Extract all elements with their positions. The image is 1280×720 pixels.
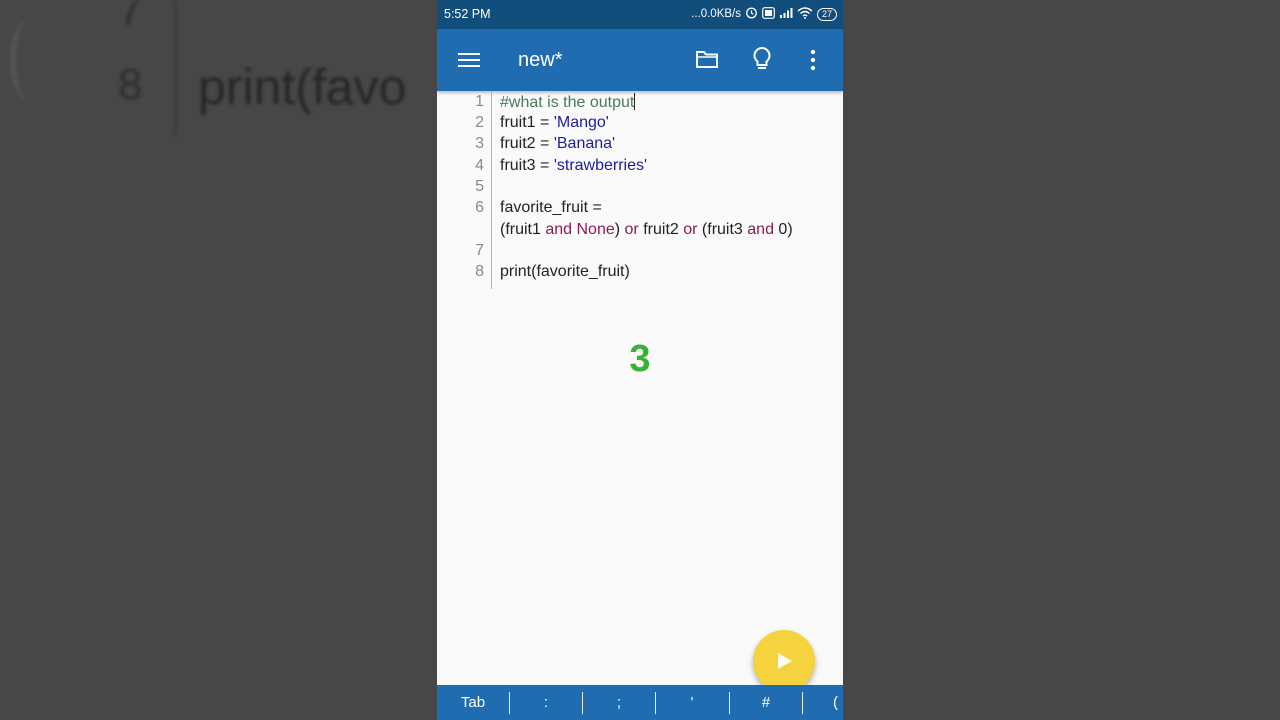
code-text: (fruit1 [500, 221, 546, 238]
code-text: fruit3 = [500, 157, 554, 174]
line-number: 5 [475, 178, 484, 195]
line-number: 1 [475, 93, 484, 110]
more-vert-icon[interactable] [809, 48, 817, 77]
play-icon [778, 653, 792, 669]
line-number: 6 [475, 199, 484, 216]
folder-icon[interactable] [695, 48, 719, 75]
alarm-icon [745, 6, 758, 22]
battery-indicator: 27 [816, 7, 837, 21]
line-number: 4 [475, 157, 484, 174]
code-line: print(favorite_fruit) [500, 263, 630, 281]
extra-keys-bar: Tab : ; ' # ( [437, 685, 843, 720]
code-string: 'Banana' [553, 135, 616, 152]
code-keyword: and [545, 221, 573, 238]
code-line: fruit2 = 'Banana' [500, 135, 615, 153]
status-time: 5:52 PM [444, 7, 491, 21]
code-keyword: None [576, 221, 615, 238]
line-number: 2 [475, 114, 484, 131]
code-keyword: or [624, 221, 639, 238]
code-line: #what is the output [500, 93, 636, 112]
code-keyword: or [683, 221, 698, 238]
run-button[interactable] [753, 630, 815, 692]
status-indicators: ...0.0KB/s 27 [691, 6, 837, 22]
code-string: 'strawberries' [553, 157, 648, 174]
background-gutter-divider [174, 0, 177, 135]
key-quote[interactable]: ' [656, 685, 728, 720]
status-bar: 5:52 PM ...0.0KB/s 27 [437, 0, 843, 29]
code-line: fruit3 = 'strawberries' [500, 157, 647, 175]
code-line-wrapped: (fruit1 and None) or fruit2 or (fruit3 a… [500, 221, 793, 239]
code-text: fruit2 = [500, 135, 554, 152]
line-number: 3 [475, 135, 484, 152]
code-comment: #what is the output [500, 94, 635, 111]
background-blur: 7 8 print(favo [0, 0, 437, 720]
background-code-fragment: print(favo [198, 59, 407, 115]
app-bar: new* [437, 29, 843, 91]
overlay-number: 3 [629, 338, 651, 380]
line-number: 7 [475, 242, 484, 259]
key-tab[interactable]: Tab [437, 685, 509, 720]
code-text: (fruit3 [697, 221, 748, 238]
code-line: favorite_fruit = [500, 199, 602, 217]
key-separator [802, 692, 803, 714]
volte-icon [762, 6, 775, 22]
code-string: 'Mango' [553, 114, 609, 131]
key-colon[interactable]: : [510, 685, 582, 720]
phone-screen: 5:52 PM ...0.0KB/s 27 new* 1 2 3 4 5 6 7… [437, 0, 843, 720]
code-text: fruit2 [638, 221, 684, 238]
line-number: 8 [475, 263, 484, 280]
code-text: favorite_fruit = [500, 199, 602, 216]
key-open-paren[interactable]: ( [833, 685, 843, 720]
code-line: fruit1 = 'Mango' [500, 114, 609, 132]
code-text: 0) [773, 221, 793, 238]
code-editor[interactable]: 1 2 3 4 5 6 7 8 #what is the output frui… [437, 91, 843, 291]
signal-icon [779, 7, 793, 22]
gutter-divider [491, 91, 492, 289]
text-cursor [634, 93, 636, 110]
key-semicolon[interactable]: ; [583, 685, 655, 720]
wifi-icon [797, 6, 813, 22]
background-line-number: 8 [118, 60, 143, 109]
code-text: print(favorite_fruit) [500, 263, 630, 280]
lightbulb-icon[interactable] [751, 45, 773, 78]
code-keyword: and [747, 221, 774, 238]
file-title: new* [518, 49, 563, 71]
key-hash[interactable]: # [730, 685, 802, 720]
background-paren-shape [10, 20, 46, 100]
menu-icon[interactable] [457, 48, 481, 72]
code-text: ) [614, 221, 625, 238]
background-line-number: 7 [118, 0, 143, 35]
code-text: fruit1 = [500, 114, 554, 131]
network-speed: ...0.0KB/s [691, 8, 741, 20]
